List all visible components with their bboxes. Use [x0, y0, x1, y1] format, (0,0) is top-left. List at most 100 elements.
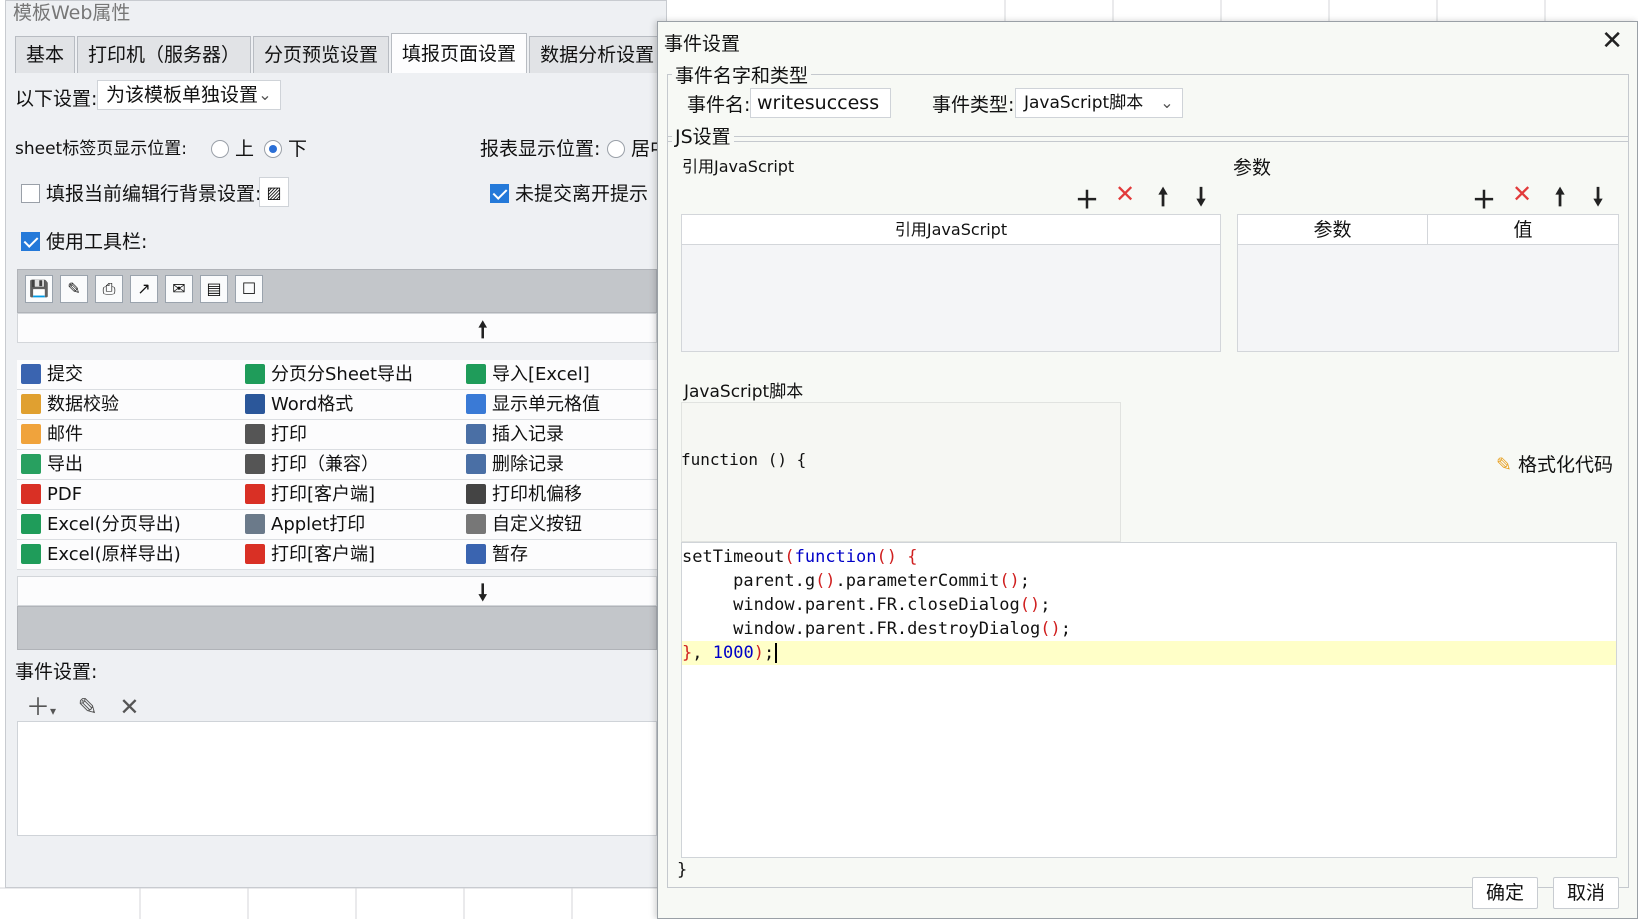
unsubmit-prompt-checkbox[interactable]	[490, 184, 509, 203]
move-icon	[466, 484, 486, 504]
edit-icon[interactable]: ✎	[78, 693, 98, 721]
radio-top-label: 上	[235, 138, 255, 160]
toolbar-item[interactable]: 打印机偏移	[466, 480, 582, 510]
tab-data-analysis[interactable]: 数据分析设置	[529, 36, 666, 73]
show-cell-icon[interactable]: ☐	[235, 275, 263, 303]
toolbar-item-label: 导出	[47, 454, 83, 475]
toolbar-item[interactable]: 导入[Excel]	[466, 360, 590, 390]
script-header-area	[681, 402, 1121, 542]
radio-top[interactable]	[211, 140, 229, 158]
insert-record-icon[interactable]: ▤	[200, 275, 228, 303]
toolbar-item[interactable]: PDF	[21, 480, 82, 510]
radio-bottom[interactable]	[264, 140, 282, 158]
code-line: setTimeout(function() {	[682, 547, 918, 567]
toolbar-item[interactable]: 删除记录	[466, 450, 564, 480]
toolbar-item[interactable]: 邮件	[21, 420, 83, 450]
move-down-bar[interactable]: 🠗	[17, 576, 657, 606]
ok-button[interactable]: 确定	[1472, 877, 1538, 909]
sheet-position-bottom-option[interactable]: 下	[264, 134, 307, 161]
arrow-up-icon[interactable]: 🠕	[478, 313, 487, 351]
move-up-bar[interactable]: 🠕	[17, 313, 657, 343]
event-type-label: 事件类型:	[932, 94, 1015, 116]
ref-js-label: 引用JavaScript	[682, 157, 795, 176]
use-toolbar-checkbox[interactable]	[21, 232, 40, 251]
close-icon[interactable]: ✕	[119, 693, 139, 721]
toolbar-item-label: 打印	[271, 424, 307, 445]
use-toolbar-label: 使用工具栏:	[46, 231, 148, 253]
toolbar-item[interactable]: Word格式	[245, 390, 353, 420]
format-code-button[interactable]: ✎ 格式化代码	[1496, 450, 1613, 477]
toolbar-item[interactable]: 导出	[21, 450, 83, 480]
gear-icon	[466, 514, 486, 534]
toolbar-item[interactable]: 打印	[245, 420, 307, 450]
event-name-input[interactable]: writesuccess	[750, 88, 891, 118]
tab-strip: 基本 打印机（服务器） 分页预览设置 填报页面设置 数据分析设置 浏览	[15, 33, 666, 73]
print-icon[interactable]: ⎙	[95, 275, 123, 303]
toolbar-item[interactable]: 分页分Sheet导出	[245, 360, 413, 390]
toolbar-item[interactable]: 显示单元格值	[466, 390, 600, 420]
name-type-group-legend: 事件名字和类型	[672, 61, 812, 88]
web-attributes-window: 模板Web属性 基本 打印机（服务器） 分页预览设置 填报页面设置 数据分析设置…	[5, 0, 667, 888]
insert-record-icon	[466, 424, 486, 444]
report-position-label: 报表显示位置:	[480, 138, 601, 160]
toolbar-item[interactable]: Excel(原样导出)	[21, 540, 181, 570]
bg-setting-row[interactable]: 填报当前编辑行背景设置:	[21, 179, 261, 206]
toolbar-item[interactable]: 插入记录	[466, 420, 564, 450]
settings-select[interactable]: 为该模板单独设置 ⌄	[97, 80, 281, 110]
params-label: 参数	[1233, 157, 1272, 179]
save-icon	[21, 364, 41, 384]
event-list[interactable]	[17, 721, 657, 836]
tab-basic[interactable]: 基本	[15, 36, 76, 73]
save-icon[interactable]: 💾	[25, 275, 53, 303]
tab-printer-server[interactable]: 打印机（服务器）	[77, 36, 252, 73]
params-table[interactable]: 参数 值	[1237, 214, 1619, 352]
close-icon[interactable]: ✕	[1601, 26, 1623, 56]
list-item: Excel(分页导出) Applet打印 自定义按钮	[17, 510, 657, 540]
toolbar-items-grid: 提交 分页分Sheet导出 导入[Excel] 数据校验 Word格式 显示单元格值 邮件打…	[17, 360, 657, 570]
sheet-position-top-option[interactable]: 上	[211, 134, 254, 161]
toolbar-item[interactable]: 打印（兼容）	[245, 450, 379, 480]
cancel-button[interactable]: 取消	[1553, 877, 1619, 909]
event-name-value: writesuccess	[757, 92, 880, 114]
use-toolbar-row[interactable]: 使用工具栏:	[21, 227, 147, 254]
tab-fill-page-settings[interactable]: 填报页面设置	[391, 33, 528, 73]
delete-record-icon	[466, 454, 486, 474]
bg-setting-checkbox[interactable]	[21, 184, 40, 203]
js-settings-legend: JS设置	[672, 122, 734, 149]
code-editor[interactable]: setTimeout(function() { parent.g().param…	[681, 542, 1617, 858]
toolbar-item-label: 打印（兼容）	[271, 454, 379, 475]
toolbar-item[interactable]: Applet打印	[245, 510, 365, 540]
toolbar-item[interactable]: 提交	[21, 360, 83, 390]
radio-center[interactable]	[607, 140, 625, 158]
print-icon	[245, 424, 265, 444]
toolbar-item[interactable]: 打印[客户端]	[245, 480, 375, 510]
mail-icon[interactable]: ✉	[165, 275, 193, 303]
bg-color-picker[interactable]: ▨	[259, 177, 289, 207]
text-cursor	[775, 643, 778, 663]
event-type-select[interactable]: JavaScript脚本 ⌄	[1015, 88, 1183, 118]
toolbar-item[interactable]: 自定义按钮	[466, 510, 582, 540]
toolbar-item-label: 插入记录	[492, 424, 564, 445]
toolbar-item[interactable]: 数据校验	[21, 390, 119, 420]
export-icon[interactable]: ↗	[130, 275, 158, 303]
validate-icon[interactable]: ✎	[60, 275, 88, 303]
toolbar-item-label: 删除记录	[492, 454, 564, 475]
window-title: 模板Web属性	[13, 2, 131, 24]
function-close-text: }	[677, 860, 688, 880]
toolbar-item-label: 暂存	[492, 544, 528, 565]
print-client-icon	[245, 484, 265, 504]
unsubmit-prompt-row[interactable]: 未提交离开提示	[490, 179, 648, 206]
chevron-down-icon: ⌄	[1160, 93, 1174, 112]
list-item: 提交 分页分Sheet导出 导入[Excel]	[17, 360, 657, 390]
ref-js-table[interactable]: 引用JavaScript	[681, 214, 1221, 352]
add-icon[interactable]: ＋	[26, 693, 50, 721]
toolbar-item-label: 提交	[47, 364, 83, 385]
toolbar-item[interactable]: 暂存	[466, 540, 528, 570]
chevron-down-icon[interactable]: ▾	[50, 704, 56, 718]
toolbar-item[interactable]: 打印[客户端]	[245, 540, 375, 570]
settings-label: 以下设置:	[15, 88, 98, 110]
toolbar-item[interactable]: Excel(分页导出)	[21, 510, 181, 540]
tab-pagination-preview[interactable]: 分页预览设置	[253, 36, 390, 73]
sheet-position-label: sheet标签页显示位置:	[15, 139, 187, 159]
code-line: parent.g().parameterCommit();	[682, 571, 1031, 591]
